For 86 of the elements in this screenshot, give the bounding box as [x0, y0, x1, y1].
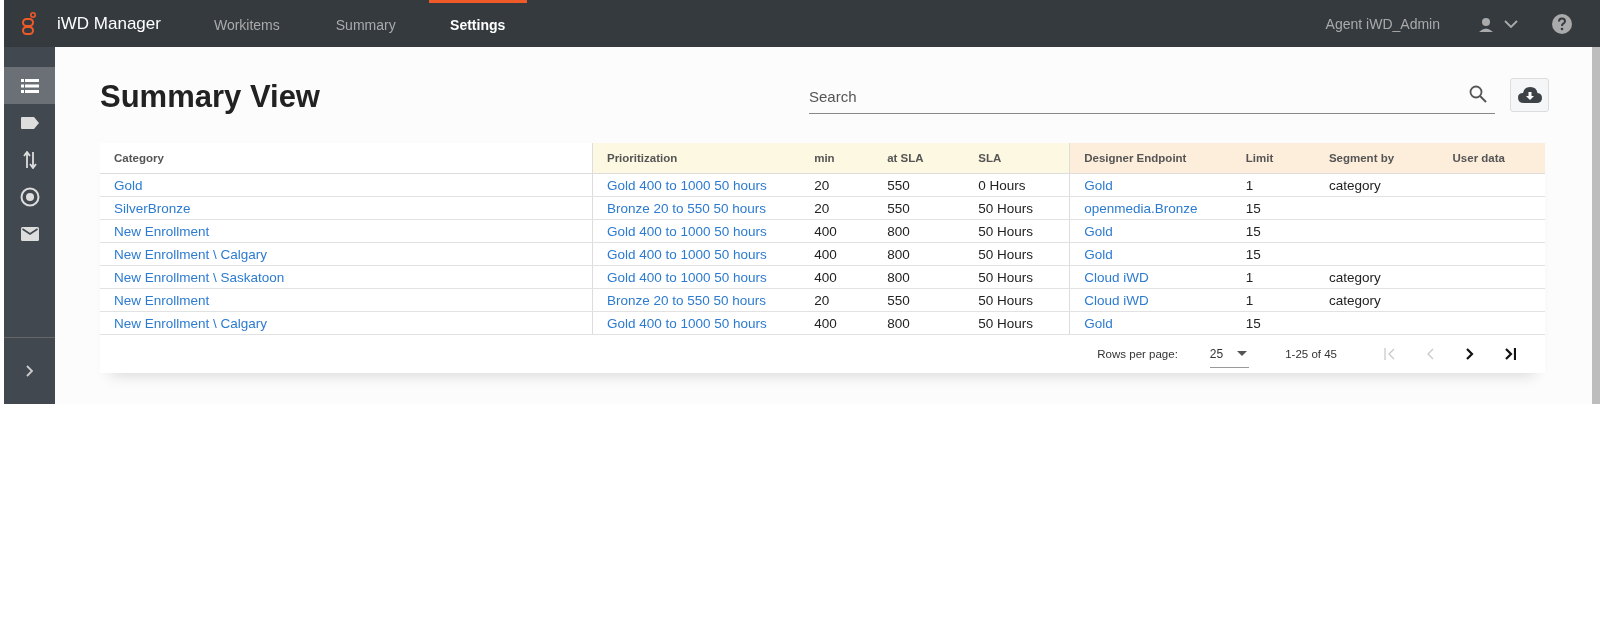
- nav-tab[interactable]: Summary: [312, 0, 419, 47]
- table-cell: 800: [887, 269, 910, 285]
- table-cell: 400: [814, 269, 837, 285]
- column-header: SLA: [964, 143, 1070, 174]
- column-header: Designer Endpoint: [1069, 143, 1232, 174]
- mail-icon: [20, 226, 39, 241]
- chevron-right-icon: [25, 365, 34, 377]
- table-cell: 550: [887, 200, 910, 216]
- table-cell: 0 Hours: [978, 177, 1026, 193]
- sidebar-item[interactable]: [4, 67, 55, 104]
- column-header: Limit: [1231, 143, 1315, 174]
- rows-per-page-label: Rows per page:: [1097, 348, 1178, 360]
- table-cell: 50 Hours: [978, 292, 1034, 308]
- table-cell: 1: [1245, 177, 1254, 193]
- table-cell: 550: [887, 177, 910, 193]
- table-link[interactable]: New Enrollment \ Calgary: [114, 315, 268, 331]
- table-link[interactable]: New Enrollment: [114, 223, 210, 239]
- search-icon: [1469, 84, 1487, 103]
- table-cell: 1: [1245, 292, 1254, 308]
- table-cell: 50 Hours: [978, 246, 1034, 262]
- table-cell: 15: [1245, 315, 1261, 331]
- table-link[interactable]: Gold 400 to 1000 50 hours: [606, 315, 767, 331]
- table-link[interactable]: Gold 400 to 1000 50 hours: [606, 246, 767, 262]
- cloud-download-icon: [1517, 87, 1542, 103]
- column-header: at SLA: [873, 143, 965, 174]
- table-cell: 400: [814, 315, 837, 331]
- column-header: min: [800, 143, 874, 174]
- column-header: User data: [1438, 143, 1545, 174]
- table-cell: 400: [814, 223, 837, 239]
- table-cell: 800: [887, 223, 910, 239]
- table-cell: 800: [887, 246, 910, 262]
- user-name: Agent iWD_Admin: [1325, 15, 1440, 32]
- table-cell: 1: [1245, 269, 1254, 285]
- table-cell: category: [1328, 269, 1381, 285]
- table-link[interactable]: New Enrollment \ Saskatoon: [114, 269, 285, 285]
- table-link[interactable]: Gold: [1084, 177, 1113, 193]
- table-link[interactable]: Gold: [1084, 223, 1113, 239]
- table-cell: 50 Hours: [978, 269, 1034, 285]
- table-link[interactable]: New Enrollment \ Calgary: [114, 246, 268, 262]
- table-cell: 20: [814, 200, 830, 216]
- nav-tab[interactable]: Workitems: [190, 0, 303, 47]
- page-title: Summary View: [100, 78, 320, 115]
- table-cell: 20: [814, 177, 830, 193]
- table-cell: 15: [1245, 223, 1261, 239]
- page-range: 1-25 of 45: [1285, 348, 1337, 360]
- chevron-down-icon[interactable]: [1504, 19, 1518, 28]
- table-cell: 15: [1245, 246, 1261, 262]
- table-cell: 800: [887, 315, 910, 331]
- logo-icon: [21, 11, 37, 36]
- table-link[interactable]: New Enrollment: [114, 292, 210, 308]
- table-link[interactable]: Bronze 20 to 550 50 hours: [606, 200, 767, 216]
- tag-icon: [20, 116, 39, 129]
- table-link[interactable]: Bronze 20 to 550 50 hours: [606, 292, 767, 308]
- table-link[interactable]: SilverBronze: [114, 200, 191, 216]
- table-link[interactable]: Cloud iWD: [1084, 269, 1149, 285]
- scrollbar[interactable]: [1592, 47, 1600, 404]
- column-header: Prioritization: [592, 143, 801, 174]
- table-cell: 400: [814, 246, 837, 262]
- table-link[interactable]: Gold 400 to 1000 50 hours: [606, 223, 767, 239]
- column-header: Segment by: [1314, 143, 1439, 174]
- table-link[interactable]: Cloud iWD: [1084, 292, 1149, 308]
- rows-per-page-select[interactable]: 25: [1209, 340, 1250, 368]
- search-field[interactable]: Search: [809, 80, 1495, 114]
- table-link[interactable]: Gold: [1084, 315, 1113, 331]
- table-cell: 50 Hours: [978, 315, 1034, 331]
- user-icon[interactable]: [1478, 15, 1494, 32]
- list-icon: [20, 78, 39, 93]
- table-cell: category: [1328, 292, 1381, 308]
- table-cell: 20: [814, 292, 830, 308]
- table-link[interactable]: Gold: [1084, 246, 1113, 262]
- table-link[interactable]: openmedia.Bronze: [1084, 200, 1198, 216]
- table-link[interactable]: Gold 400 to 1000 50 hours: [606, 177, 767, 193]
- download-button[interactable]: [1510, 78, 1549, 112]
- table-link[interactable]: Gold: [114, 177, 143, 193]
- table-cell: 550: [887, 292, 910, 308]
- table-cell: category: [1328, 177, 1381, 193]
- sort-arrows-icon: [22, 150, 37, 169]
- app-title: iWD Manager: [57, 13, 161, 34]
- help-icon[interactable]: [1552, 13, 1572, 34]
- dropdown-caret-icon: [1237, 351, 1248, 356]
- column-header: Category: [100, 143, 593, 174]
- table-cell: 15: [1245, 200, 1261, 216]
- table-cell: 50 Hours: [978, 223, 1034, 239]
- table-cell: 50 Hours: [978, 200, 1034, 216]
- radio-icon: [19, 186, 40, 207]
- table-link[interactable]: Gold 400 to 1000 50 hours: [606, 269, 767, 285]
